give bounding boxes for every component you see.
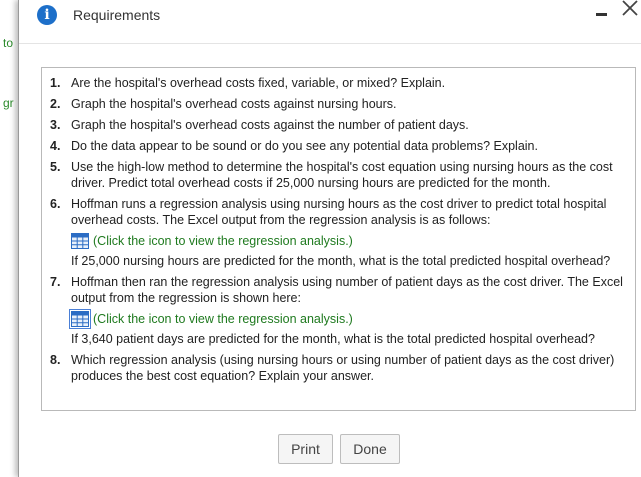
requirement-followup-text: If 3,640 patient days are predicted for … xyxy=(71,332,595,346)
requirement-number: 1. xyxy=(50,76,61,90)
minimize-button[interactable] xyxy=(593,4,611,20)
requirement-number: 8. xyxy=(50,353,61,367)
requirement-number: 2. xyxy=(50,97,61,111)
table-grid-icon[interactable] xyxy=(71,233,89,249)
requirement-item-5: 5. Use the high-low method to determine … xyxy=(50,159,628,191)
dialog-title: Requirements xyxy=(73,7,161,23)
background-text-gr: gr xyxy=(3,96,14,110)
requirement-item-2: 2. Graph the hospital's overhead costs a… xyxy=(50,96,628,112)
requirement-followup-text: If 25,000 nursing hours are predicted fo… xyxy=(71,254,611,268)
close-icon xyxy=(622,0,638,16)
requirement-text: Do the data appear to be sound or do you… xyxy=(71,139,538,153)
requirement-text: Graph the hospital's overhead costs agai… xyxy=(71,118,469,132)
requirement-text: Hoffman then ran the regression analysis… xyxy=(71,275,623,305)
regression-analysis-link[interactable]: (Click the icon to view the regression a… xyxy=(93,233,353,249)
requirements-dialog: i Requirements 1. Are the hospital's ove… xyxy=(18,0,641,477)
print-button[interactable]: Print xyxy=(278,434,333,464)
requirement-text: Are the hospital's overhead costs fixed,… xyxy=(71,76,446,90)
regression-link-row: (Click the icon to view the regression a… xyxy=(69,309,628,329)
requirement-number: 5. xyxy=(50,160,61,174)
requirements-list: 1. Are the hospital's overhead costs fix… xyxy=(50,75,628,389)
background-page: to gr xyxy=(0,0,18,477)
done-button[interactable]: Done xyxy=(340,434,400,464)
background-text-to: to xyxy=(3,36,14,50)
requirement-item-1: 1. Are the hospital's overhead costs fix… xyxy=(50,75,628,91)
requirement-text: Which regression analysis (using nursing… xyxy=(71,353,615,383)
requirements-panel: 1. Are the hospital's overhead costs fix… xyxy=(41,67,636,411)
requirement-number: 6. xyxy=(50,197,61,211)
info-icon: i xyxy=(37,5,57,25)
regression-analysis-link[interactable]: (Click the icon to view the regression a… xyxy=(93,311,353,327)
close-button[interactable] xyxy=(619,0,641,19)
regression-link-row: (Click the icon to view the regression a… xyxy=(71,232,628,250)
requirement-item-3: 3. Graph the hospital's overhead costs a… xyxy=(50,117,628,133)
requirement-item-4: 4. Do the data appear to be sound or do … xyxy=(50,138,628,154)
requirement-item-7: 7. Hoffman then ran the regression analy… xyxy=(50,274,628,347)
requirement-text: Hoffman runs a regression analysis using… xyxy=(71,197,607,227)
minimize-icon xyxy=(596,13,607,16)
requirement-number: 3. xyxy=(50,118,61,132)
requirement-text: Graph the hospital's overhead costs agai… xyxy=(71,97,397,111)
dialog-titlebar: i Requirements xyxy=(19,0,641,44)
requirement-text: Use the high-low method to determine the… xyxy=(71,160,613,190)
requirement-item-8: 8. Which regression analysis (using nurs… xyxy=(50,352,628,384)
table-grid-icon[interactable] xyxy=(69,309,91,329)
requirement-number: 4. xyxy=(50,139,61,153)
requirement-number: 7. xyxy=(50,275,61,289)
requirement-item-6: 6. Hoffman runs a regression analysis us… xyxy=(50,196,628,269)
